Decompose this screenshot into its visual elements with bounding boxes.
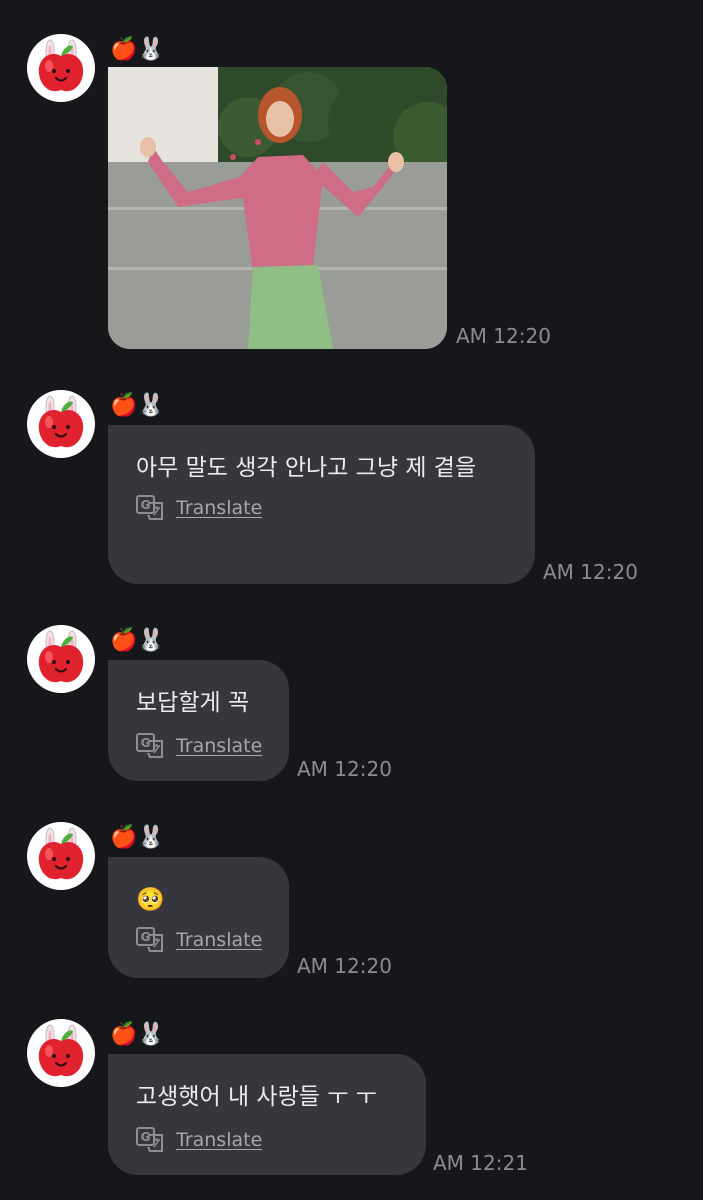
apple-bunny-icon bbox=[38, 395, 84, 448]
translate-row[interactable]: G Translate bbox=[136, 495, 262, 521]
sender-name: 🍎🐰 bbox=[110, 1022, 165, 1047]
translate-row[interactable]: G Translate bbox=[136, 1127, 262, 1153]
apple-bunny-icon bbox=[38, 827, 84, 880]
svg-text:G: G bbox=[141, 498, 151, 512]
svg-text:G: G bbox=[141, 930, 151, 944]
avatar[interactable] bbox=[27, 822, 95, 890]
message-bubble[interactable]: 고생햇어 내 사랑들 ㅜ ㅜ G Translate bbox=[108, 1054, 426, 1175]
photo-content bbox=[108, 67, 447, 349]
apple-bunny-icon bbox=[38, 39, 84, 92]
avatar[interactable] bbox=[27, 390, 95, 458]
message-time: AM 12:20 bbox=[456, 324, 551, 348]
message-text-content: 보답할게 꼭 bbox=[136, 690, 250, 716]
svg-text:G: G bbox=[141, 1130, 151, 1144]
message-time: AM 12:20 bbox=[297, 954, 392, 978]
message-text-content: 고생햇어 내 사랑들 ㅜ ㅜ bbox=[136, 1084, 377, 1110]
translate-link[interactable]: Translate bbox=[176, 497, 262, 519]
apple-bunny-icon bbox=[38, 630, 84, 683]
google-translate-icon: G bbox=[136, 927, 163, 952]
sender-name: 🍎🐰 bbox=[110, 393, 165, 418]
message-bubble[interactable]: 🥺 G Translate bbox=[108, 857, 289, 978]
message-time: AM 12:20 bbox=[297, 757, 392, 781]
message-bubble[interactable]: 아무 말도 생각 안나고 그냥 제 곁을 G Translate bbox=[108, 425, 535, 584]
avatar[interactable] bbox=[27, 625, 95, 693]
sender-name: 🍎🐰 bbox=[110, 825, 165, 850]
translate-row[interactable]: G Translate bbox=[136, 733, 262, 759]
shared-photo[interactable] bbox=[108, 67, 447, 349]
translate-link[interactable]: Translate bbox=[176, 929, 262, 951]
translate-row[interactable]: G Translate bbox=[136, 927, 262, 953]
avatar[interactable] bbox=[27, 34, 95, 102]
google-translate-icon: G bbox=[136, 495, 163, 520]
google-translate-icon: G bbox=[136, 1127, 163, 1152]
google-translate-icon: G bbox=[136, 733, 163, 758]
apple-bunny-icon bbox=[38, 1024, 84, 1077]
translate-link[interactable]: Translate bbox=[176, 1129, 262, 1151]
message-text-content: 아무 말도 생각 안나고 그냥 제 곁을 bbox=[136, 455, 477, 481]
translate-link[interactable]: Translate bbox=[176, 735, 262, 757]
sender-name: 🍎🐰 bbox=[110, 628, 165, 653]
avatar[interactable] bbox=[27, 1019, 95, 1087]
svg-text:G: G bbox=[141, 736, 151, 750]
sender-name: 🍎🐰 bbox=[110, 37, 165, 62]
message-time: AM 12:20 bbox=[543, 560, 638, 584]
message-bubble[interactable]: 보답할게 꼭 G Translate bbox=[108, 660, 289, 781]
message-time: AM 12:21 bbox=[433, 1151, 528, 1175]
message-text-content: 🥺 bbox=[136, 887, 165, 913]
